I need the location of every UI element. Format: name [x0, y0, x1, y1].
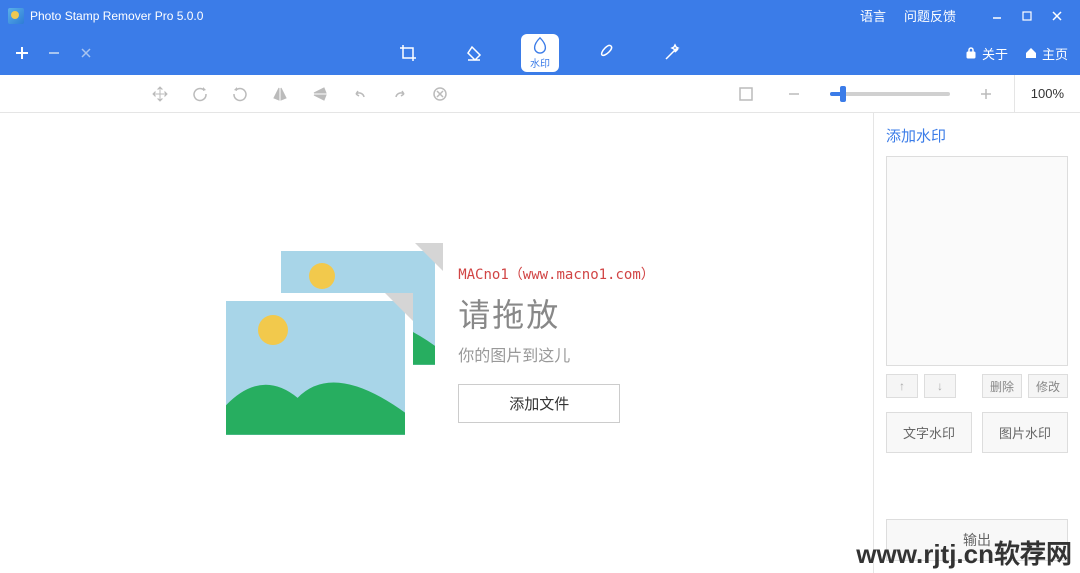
- app-icon: [8, 8, 24, 24]
- undo-button[interactable]: [340, 75, 380, 113]
- about-link[interactable]: 关于: [964, 44, 1008, 63]
- maximize-button[interactable]: [1012, 6, 1042, 26]
- home-icon: [1024, 46, 1038, 60]
- main-toolbar: 水印 关于 主页: [0, 31, 1080, 75]
- modify-button[interactable]: 修改: [1028, 374, 1068, 398]
- add-file-button[interactable]: 添加文件: [458, 384, 620, 423]
- flip-v-button[interactable]: [300, 75, 340, 113]
- app-title: Photo Stamp Remover Pro 5.0.0: [30, 9, 203, 23]
- close-tab-button[interactable]: [70, 37, 102, 69]
- titlebar-left: Photo Stamp Remover Pro 5.0.0: [8, 8, 860, 24]
- minimize-button[interactable]: [982, 6, 1012, 26]
- move-up-button[interactable]: ↑: [886, 374, 918, 398]
- close-button[interactable]: [1042, 6, 1072, 26]
- remove-tab-button[interactable]: [38, 37, 70, 69]
- crop-tool[interactable]: [389, 34, 427, 72]
- watermark-preview: [886, 156, 1068, 366]
- feedback-link[interactable]: 问题反馈: [904, 6, 956, 25]
- sidebar-title: 添加水印: [886, 125, 1068, 146]
- canvas-area[interactable]: MACno1（www.macno1.com） 请拖放 你的图片到这儿 添加文件: [0, 113, 873, 573]
- add-tab-button[interactable]: [6, 37, 38, 69]
- eraser-tool[interactable]: [455, 34, 493, 72]
- zoom-slider-thumb[interactable]: [840, 86, 846, 102]
- rotate-cw-button[interactable]: [180, 75, 220, 113]
- magic-wand-tool[interactable]: [653, 34, 691, 72]
- text-watermark-button[interactable]: 文字水印: [886, 412, 972, 453]
- delete-button[interactable]: 删除: [982, 374, 1022, 398]
- image-watermark-button[interactable]: 图片水印: [982, 412, 1068, 453]
- fit-screen-button[interactable]: [726, 75, 766, 113]
- drop-zone: MACno1（www.macno1.com） 请拖放 你的图片到这儿 添加文件: [218, 243, 655, 443]
- reset-button[interactable]: [420, 75, 460, 113]
- lock-icon: [964, 46, 978, 60]
- zoom-slider[interactable]: [830, 92, 950, 96]
- home-link[interactable]: 主页: [1024, 44, 1068, 63]
- rotate-ccw-button[interactable]: [220, 75, 260, 113]
- zoom-level: 100%: [1014, 75, 1080, 113]
- zoom-in-button[interactable]: [966, 75, 1006, 113]
- watermark-tool[interactable]: 水印: [521, 34, 559, 72]
- export-button[interactable]: 输出: [886, 519, 1068, 561]
- language-link[interactable]: 语言: [860, 6, 886, 25]
- drop-title: 请拖放: [458, 290, 560, 336]
- drop-subtitle: 你的图片到这儿: [458, 342, 570, 366]
- move-tool[interactable]: [140, 75, 180, 113]
- watermark-tool-label: 水印: [530, 55, 550, 70]
- photo-illustration: [218, 243, 438, 443]
- titlebar: Photo Stamp Remover Pro 5.0.0 语言 问题反馈: [0, 0, 1080, 31]
- zoom-out-button[interactable]: [774, 75, 814, 113]
- move-down-button[interactable]: ↓: [924, 374, 956, 398]
- secondary-toolbar: 100%: [0, 75, 1080, 113]
- redo-button[interactable]: [380, 75, 420, 113]
- right-sidebar: 添加水印 ↑ ↓ 删除 修改 文字水印 图片水印 输出: [873, 113, 1080, 573]
- flip-h-button[interactable]: [260, 75, 300, 113]
- brush-tool[interactable]: [587, 34, 625, 72]
- content-area: MACno1（www.macno1.com） 请拖放 你的图片到这儿 添加文件 …: [0, 113, 1080, 573]
- overlay-watermark: MACno1（www.macno1.com）: [458, 264, 655, 284]
